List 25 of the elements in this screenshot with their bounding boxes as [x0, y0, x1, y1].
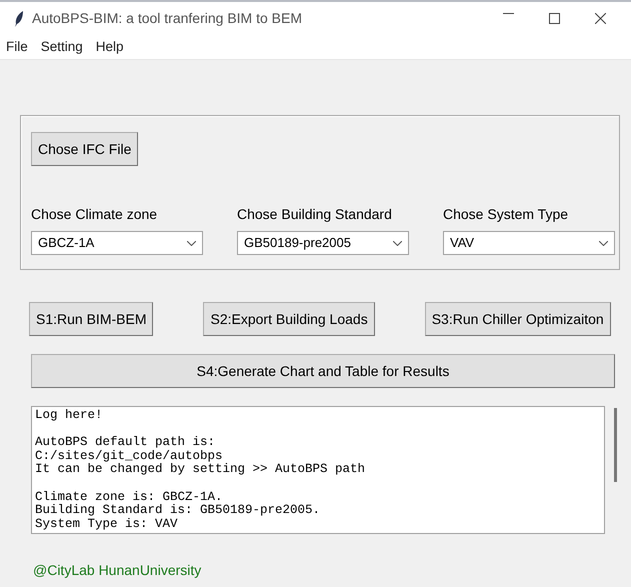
- chevron-icon: [393, 240, 402, 246]
- dropdown[interactable]: GB50189-pre2005: [237, 231, 409, 255]
- dropdown[interactable]: GBCZ-1A: [31, 231, 203, 255]
- chose-file-button[interactable]: Chose IFC File: [31, 132, 138, 166]
- dropdown[interactable]: VAV: [443, 231, 615, 255]
- field-label: Chose System Type: [443, 205, 570, 224]
- footer-credit: @CityLab HunanUniversity: [33, 561, 202, 580]
- maximize-icon[interactable]: [548, 13, 560, 24]
- scrollbar[interactable]: [614, 408, 617, 482]
- step-button[interactable]: S1:Run BIM-BEM: [29, 302, 154, 336]
- field-label: Chose Building Standard: [237, 205, 393, 224]
- feather-icon: [14, 10, 24, 26]
- minimize-icon[interactable]: [502, 13, 514, 14]
- field-label: Chose Climate zone: [31, 205, 158, 224]
- menu-item[interactable]: Setting: [40, 36, 83, 58]
- chevron-icon: [187, 240, 196, 246]
- generate-button[interactable]: S4:Generate Chart and Table for Results: [31, 354, 615, 388]
- step-button[interactable]: S2:Export Building Loads: [203, 302, 375, 336]
- menu-item[interactable]: Help: [96, 36, 124, 58]
- menu-item[interactable]: File: [6, 36, 28, 58]
- window-title: AutoBPS-BIM: a tool tranfering BIM to BEM: [32, 9, 302, 28]
- chevron-icon: [599, 240, 608, 246]
- log-text: Log here! AutoBPS default path is: C:/sites/git_code/autobps It can be changed by setting >> AutoBPS path Climate zone is: GBCZ-1A. Building Standard is: GB50189-pre2005. System Type is: VAV: [31, 406, 605, 534]
- close-icon[interactable]: [594, 13, 606, 24]
- step-button[interactable]: S3:Run Chiller Optimizaiton: [424, 302, 611, 336]
